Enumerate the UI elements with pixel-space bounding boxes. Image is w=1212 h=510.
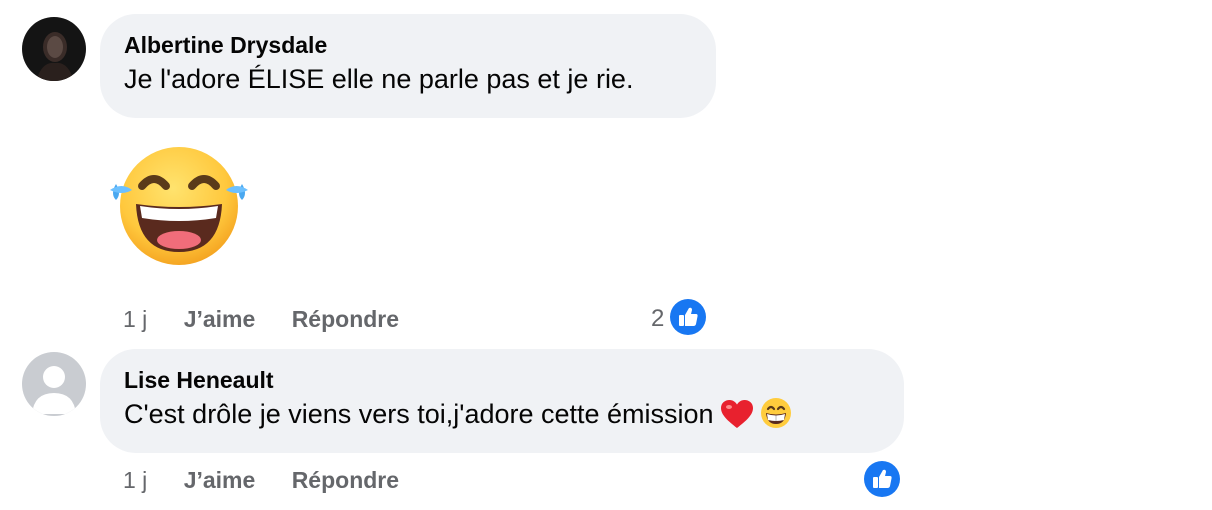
- red-heart-icon: [720, 399, 754, 439]
- comment-bubble: Albertine Drysdale Je l'adore ÉLISE elle…: [100, 14, 716, 118]
- comment-timestamp[interactable]: 1 j: [123, 306, 147, 332]
- comment-text-line: C'est drôle je viens vers toi,j'adore ce…: [124, 395, 880, 439]
- comment-bubble: Lise Heneault C'est drôle je viens vers …: [100, 349, 904, 453]
- avatar-albertine-drysdale[interactable]: [22, 17, 86, 81]
- comment-timestamp[interactable]: 1 j: [123, 467, 147, 493]
- comment-text: Je l'adore ÉLISE elle ne parle pas et je…: [124, 64, 634, 94]
- like-reaction-icon[interactable]: [670, 299, 706, 335]
- grinning-face-with-smiling-eyes-icon: [760, 397, 792, 439]
- reply-link[interactable]: Répondre: [292, 467, 399, 493]
- comment-text: C'est drôle je viens vers toi,j'adore ce…: [124, 399, 714, 429]
- face-with-tears-of-joy-icon: [108, 146, 250, 273]
- comment-actions: 1 j J’aime Répondre: [123, 465, 399, 495]
- like-link[interactable]: J’aime: [184, 467, 256, 493]
- comment-author[interactable]: Albertine Drysdale: [124, 30, 692, 60]
- reply-link[interactable]: Répondre: [292, 306, 399, 332]
- like-link[interactable]: J’aime: [184, 306, 256, 332]
- like-reaction-icon[interactable]: [864, 461, 900, 497]
- avatar-lise-heneault[interactable]: [22, 352, 86, 416]
- comment-actions: 1 j J’aime Répondre: [123, 304, 399, 334]
- comment-author[interactable]: Lise Heneault: [124, 365, 880, 395]
- reaction-count[interactable]: 2: [651, 304, 664, 334]
